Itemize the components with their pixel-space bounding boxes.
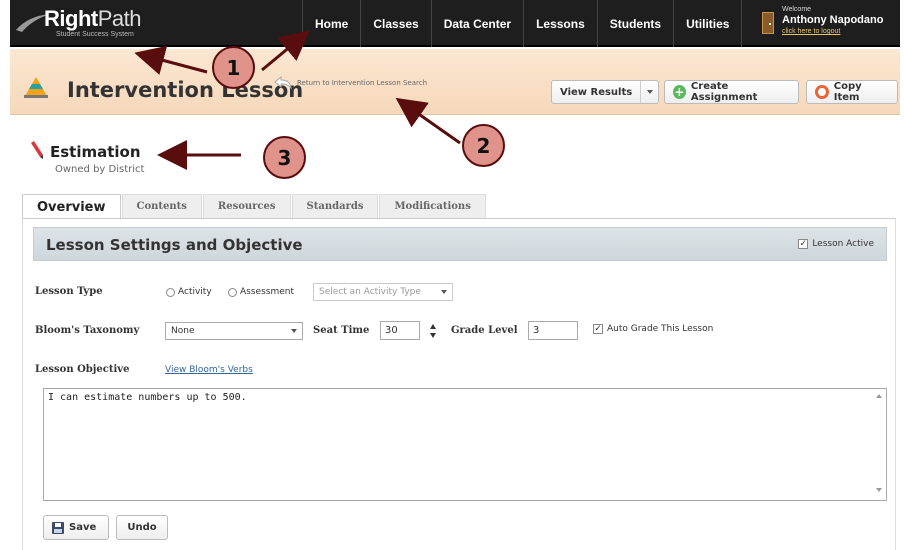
lesson-cone-icon <box>24 77 48 98</box>
welcome-text: Welcome <box>782 6 812 13</box>
top-nav-bar: RightPath Student Success System Home Cl… <box>10 0 900 47</box>
logout-link[interactable]: click here to logout <box>782 28 840 35</box>
scroll-up-icon[interactable] <box>876 394 882 398</box>
radio-activity[interactable]: Activity <box>166 287 212 297</box>
page-header-band: Intervention Lesson Return to Interventi… <box>10 49 900 115</box>
main-nav: Home Classes Data Center Lessons Student… <box>302 0 743 47</box>
radio-assessment-button[interactable] <box>228 287 237 297</box>
callout-3: 3 <box>263 136 306 179</box>
door-icon <box>762 12 774 34</box>
create-assignment-button[interactable]: + Create Assignment <box>664 80 799 104</box>
view-results-dropdown[interactable] <box>640 81 658 103</box>
nav-utilities[interactable]: Utilities <box>673 0 743 47</box>
lesson-name: Estimation <box>50 143 141 161</box>
chevron-down-icon <box>647 90 653 94</box>
grade-level-label: Grade Level <box>451 325 518 336</box>
user-name: Anthony Napodano <box>782 14 884 26</box>
return-link-text: Return to Intervention Lesson Search <box>297 79 428 87</box>
bloom-select[interactable]: None <box>165 322 303 340</box>
seat-time-label: Seat Time <box>313 325 370 336</box>
seat-time-spinner[interactable] <box>429 322 437 340</box>
callout-2: 2 <box>462 124 505 167</box>
pencil-icon <box>31 141 43 159</box>
lesson-active-checkbox[interactable]: ✓ <box>798 239 809 249</box>
tab-resources[interactable]: Resources <box>202 194 291 218</box>
tab-overview[interactable]: Overview <box>22 194 121 219</box>
undo-button[interactable]: Undo <box>116 515 168 540</box>
tab-contents[interactable]: Contents <box>121 194 202 218</box>
tab-standards[interactable]: Standards <box>291 194 379 218</box>
objective-textarea[interactable]: I can estimate numbers up to 500. <box>43 388 887 501</box>
view-results-button[interactable]: View Results <box>551 80 659 104</box>
objective-label: Lesson Objective <box>35 364 130 375</box>
undo-label: Undo <box>127 522 157 533</box>
save-label: Save <box>69 522 97 533</box>
settings-title: Lesson Settings and Objective <box>46 236 303 254</box>
copy-circle-icon <box>815 85 829 99</box>
nav-data-center[interactable]: Data Center <box>430 0 523 47</box>
radio-assessment-label: Assessment <box>240 287 294 297</box>
seat-time-input[interactable]: 30 <box>380 321 420 340</box>
auto-grade-checkbox[interactable]: ✓ <box>593 324 603 334</box>
activity-type-select[interactable]: Select an Activity Type <box>313 283 453 301</box>
logo-tagline: Student Success System <box>56 31 134 38</box>
logo-word-light: Path <box>97 6 142 31</box>
overview-panel: Lesson Settings and Objective ✓ Lesson A… <box>22 218 896 550</box>
nav-classes[interactable]: Classes <box>360 0 430 47</box>
chevron-down-icon <box>291 329 297 333</box>
lesson-active-label: Lesson Active <box>812 239 874 249</box>
user-area: Welcome Anthony Napodano click here to l… <box>758 0 900 47</box>
bloom-label: Bloom's Taxonomy <box>35 325 140 336</box>
page-title: Intervention Lesson <box>67 78 304 102</box>
save-floppy-icon <box>52 521 64 534</box>
radio-activity-label: Activity <box>178 287 212 297</box>
lesson-type-label: Lesson Type <box>35 286 103 297</box>
view-results-label: View Results <box>560 86 633 98</box>
scroll-down-icon[interactable] <box>876 488 882 492</box>
auto-grade-label: Auto Grade This Lesson <box>607 324 714 334</box>
lesson-tabs: Overview Contents Resources Standards Mo… <box>22 194 487 219</box>
radio-activity-button[interactable] <box>166 287 175 297</box>
radio-assessment[interactable]: Assessment <box>228 287 294 297</box>
tab-modifications[interactable]: Modifications <box>379 194 486 218</box>
copy-item-button[interactable]: Copy Item <box>806 80 898 104</box>
bloom-value: None <box>171 326 195 336</box>
objective-text: I can estimate numbers up to 500. <box>48 392 247 403</box>
create-assignment-label: Create Assignment <box>690 81 758 103</box>
chevron-down-icon <box>441 290 447 294</box>
logo-word-bold: Right <box>44 6 98 31</box>
logo-wordmark: RightPath <box>44 6 141 32</box>
rightpath-logo[interactable]: RightPath Student Success System <box>16 6 186 42</box>
auto-grade-toggle[interactable]: ✓ Auto Grade This Lesson <box>593 324 713 334</box>
return-arrow-icon <box>274 76 292 90</box>
plus-circle-icon: + <box>673 85 686 99</box>
settings-header: Lesson Settings and Objective ✓ Lesson A… <box>33 227 887 261</box>
save-button[interactable]: Save <box>43 515 109 540</box>
nav-lessons[interactable]: Lessons <box>523 0 597 47</box>
callout-1: 1 <box>212 46 255 89</box>
copy-item-label: Copy Item <box>833 81 862 103</box>
return-to-search-link[interactable]: Return to Intervention Lesson Search <box>273 76 427 90</box>
grade-level-input[interactable]: 3 <box>528 321 578 340</box>
lesson-active-toggle[interactable]: ✓ Lesson Active <box>798 239 874 249</box>
nav-students[interactable]: Students <box>596 0 673 47</box>
screen: RightPath Student Success System Home Cl… <box>0 0 904 550</box>
activity-type-placeholder: Select an Activity Type <box>319 287 421 297</box>
lesson-owner: Owned by District <box>55 164 145 175</box>
nav-home[interactable]: Home <box>302 0 360 47</box>
bloom-verbs-link[interactable]: View Bloom's Verbs <box>165 365 253 375</box>
